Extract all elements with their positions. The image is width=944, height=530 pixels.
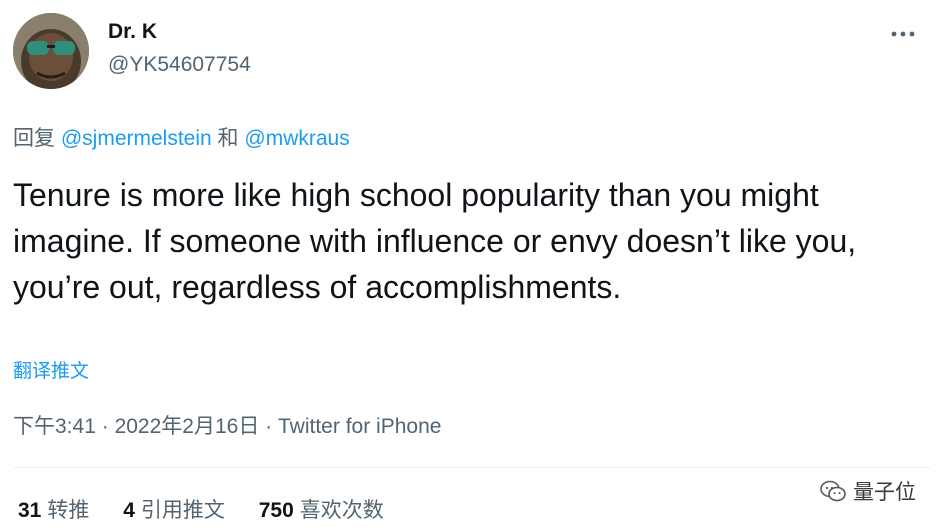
- avatar[interactable]: [13, 13, 89, 89]
- quotes-stat[interactable]: 4 引用推文: [123, 494, 225, 524]
- retweets-stat[interactable]: 31 转推: [18, 494, 89, 524]
- mention-link-2[interactable]: @mwkraus: [244, 127, 349, 150]
- meta-separator: ·: [265, 415, 273, 438]
- reply-context: 回复 @sjmermelstein 和 @mwkraus: [13, 122, 350, 152]
- tweet-source[interactable]: Twitter for iPhone: [278, 415, 441, 438]
- tweet-stats: 31 转推 4 引用推文 750 喜欢次数: [18, 494, 412, 524]
- likes-stat[interactable]: 750 喜欢次数: [259, 494, 384, 524]
- quotes-label: 引用推文: [140, 499, 225, 522]
- reply-prefix: 回复: [13, 127, 55, 150]
- reply-connector: 和: [217, 127, 239, 150]
- retweets-label: 转推: [47, 499, 90, 522]
- meta-separator: ·: [101, 415, 109, 438]
- watermark: 量子位: [819, 476, 916, 506]
- display-name[interactable]: Dr. K: [108, 20, 157, 44]
- translate-tweet-link[interactable]: 翻译推文: [13, 356, 89, 383]
- divider: [13, 467, 931, 468]
- retweets-count: 31: [18, 499, 42, 522]
- tweet-meta: 下午3:41 · 2022年2月16日 · Twitter for iPhone: [13, 410, 441, 440]
- user-handle[interactable]: @YK54607754: [108, 53, 251, 77]
- more-horizontal-icon: [891, 31, 915, 37]
- mention-link-1[interactable]: @sjmermelstein: [61, 127, 212, 150]
- user-avatar-photo: [13, 13, 89, 89]
- quotes-count: 4: [123, 499, 135, 522]
- likes-label: 喜欢次数: [299, 499, 384, 522]
- tweet-date[interactable]: 2022年2月16日: [115, 415, 260, 438]
- likes-count: 750: [258, 499, 294, 522]
- tweet-text: Tenure is more like high school populari…: [13, 177, 857, 305]
- more-options-button[interactable]: [888, 24, 918, 44]
- watermark-label: 量子位: [853, 481, 916, 504]
- wechat-icon: [820, 480, 846, 502]
- tweet-time[interactable]: 下午3:41: [13, 415, 96, 438]
